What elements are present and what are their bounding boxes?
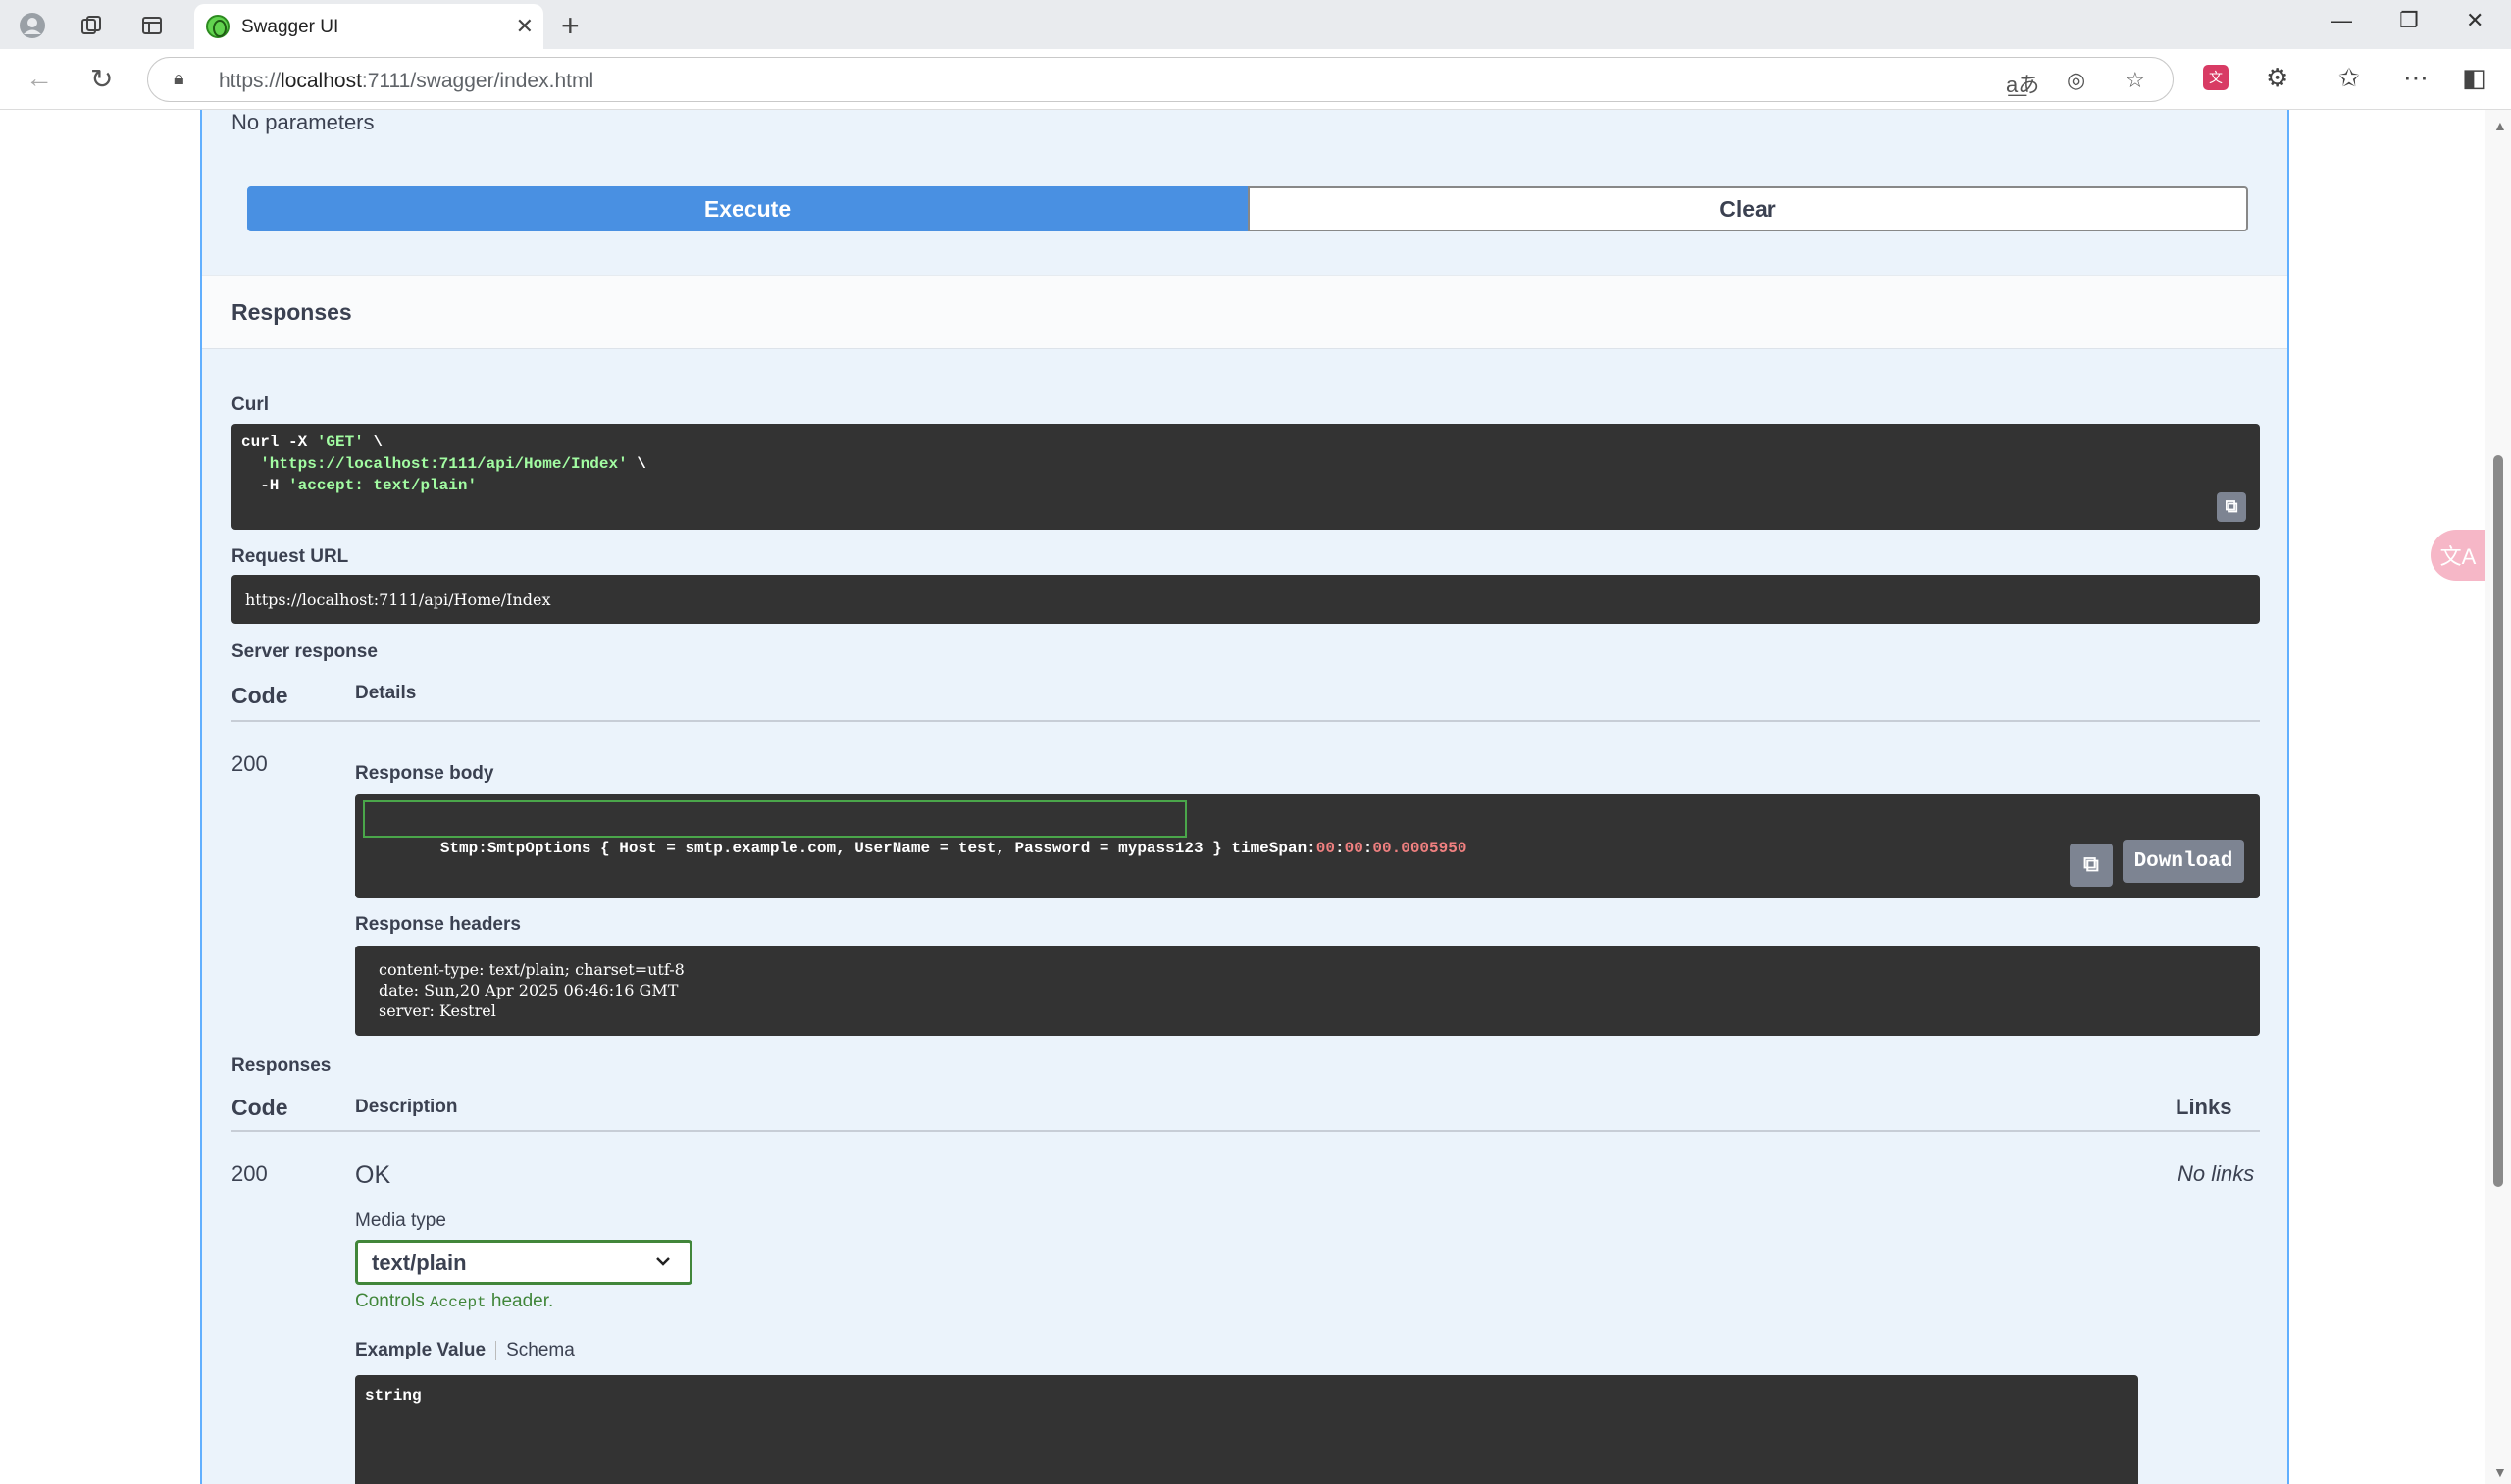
example-value-text: string <box>365 1387 422 1405</box>
lock-icon[interactable]: 🔒︎ <box>174 68 184 90</box>
operation-block: No parameters Execute Clear Responses Cu… <box>200 110 2289 1484</box>
response-body-block[interactable]: Stmp:SmtpOptions { Host = smtp.example.c… <box>355 794 2260 898</box>
response-links: No links <box>2178 1161 2255 1186</box>
example-value-block[interactable]: string <box>355 1375 2138 1484</box>
tab-title: Swagger UI <box>241 17 339 37</box>
code-header: Code <box>231 683 288 708</box>
description-header: Description <box>355 1097 458 1117</box>
media-type-select[interactable]: text/plain <box>355 1240 692 1285</box>
links-header: Links <box>2176 1095 2232 1119</box>
controls-accept-note: Controls Accept header. <box>355 1291 554 1311</box>
responses-heading: Responses <box>231 299 352 325</box>
new-tab-icon[interactable]: + <box>561 8 580 44</box>
request-url-label: Request URL <box>231 546 349 567</box>
minimize-icon[interactable]: — <box>2331 8 2352 33</box>
swagger-page: No parameters Execute Clear Responses Cu… <box>0 110 2511 1484</box>
media-type-value: text/plain <box>372 1251 467 1275</box>
page-scrollbar[interactable]: ▲ ▼ <box>2485 110 2511 1484</box>
scroll-down-icon[interactable]: ▼ <box>2493 1464 2507 1480</box>
scroll-up-icon[interactable]: ▲ <box>2493 118 2507 133</box>
response-body-label: Response body <box>355 763 494 784</box>
request-url-text: https://localhost:7111/api/Home/Index <box>245 590 551 609</box>
divider <box>231 720 2260 722</box>
restore-icon[interactable]: ❐ <box>2399 8 2419 33</box>
profile-icon[interactable] <box>16 9 49 42</box>
selection-highlight <box>363 800 1187 838</box>
tab-example-value[interactable]: Example Value <box>355 1340 486 1360</box>
response-code: 200 <box>231 1161 268 1186</box>
request-url-block[interactable]: https://localhost:7111/api/Home/Index <box>231 575 2260 624</box>
curl-line: 'https://localhost:7111/api/Home/Index' … <box>260 455 646 473</box>
copy-icon[interactable]: ⧉ <box>2070 844 2113 887</box>
clear-button[interactable]: Clear <box>1248 186 2248 231</box>
execute-button[interactable]: Execute <box>247 186 1248 231</box>
details-header: Details <box>355 683 417 703</box>
refresh-icon[interactable]: ↻ <box>90 63 113 95</box>
close-icon[interactable]: ✕ <box>516 14 534 39</box>
collections-icon[interactable] <box>75 9 108 42</box>
sidebar-icon[interactable]: ◧ <box>2462 63 2486 93</box>
curl-label: Curl <box>231 394 269 415</box>
tab-actions-icon[interactable] <box>135 9 169 42</box>
server-response-code: 200 <box>231 751 268 776</box>
copy-icon[interactable]: ⧉ <box>2217 492 2246 522</box>
download-button[interactable]: Download <box>2123 840 2244 883</box>
response-description: OK <box>355 1161 391 1189</box>
browser-toolbar: ← ↻ 🔒︎ https://localhost:7111/swagger/in… <box>0 49 2511 110</box>
favorites-icon[interactable]: ✩ <box>2338 63 2360 93</box>
execute-wrapper: Execute Clear <box>247 186 2248 231</box>
no-parameters-text: No parameters <box>231 110 375 134</box>
curl-line: curl -X 'GET' \ <box>241 434 384 451</box>
scroll-thumb[interactable] <box>2493 455 2503 1187</box>
back-icon[interactable]: ← <box>26 63 53 94</box>
code-header: Code <box>231 1095 288 1120</box>
media-type-label: Media type <box>355 1210 446 1231</box>
tab-swagger-ui[interactable]: Swagger UI ✕ <box>194 4 543 49</box>
divider <box>231 1130 2260 1132</box>
server-response-label: Server response <box>231 641 378 662</box>
floating-translate-icon[interactable]: 文A <box>2431 530 2485 581</box>
extensions-icon[interactable]: ⚙ <box>2266 63 2288 93</box>
edge-icon[interactable]: ◎ <box>2067 68 2085 93</box>
example-tabs: Example Value Schema <box>355 1340 575 1361</box>
response-headers-text: content-type: text/plain; charset=utf-8 … <box>379 960 685 1020</box>
window-close-icon[interactable]: ✕ <box>2466 8 2484 33</box>
responses-header: Responses <box>202 275 2287 349</box>
address-bar[interactable]: 🔒︎ https://localhost:7111/swagger/index.… <box>147 57 2174 102</box>
translate-ext-icon[interactable]: 文 <box>2203 65 2229 90</box>
response-headers-label: Response headers <box>355 914 521 935</box>
curl-block[interactable]: curl -X 'GET' \ 'https://localhost:7111/… <box>231 424 2260 530</box>
read-aloud-icon[interactable]: a͟あ <box>2006 68 2039 99</box>
favorite-icon[interactable]: ☆ <box>2126 68 2145 93</box>
curl-line: -H 'accept: text/plain' <box>241 477 478 494</box>
swagger-favicon-icon <box>206 15 230 38</box>
url-text[interactable]: https://localhost:7111/swagger/index.htm… <box>219 70 593 93</box>
response-headers-block[interactable]: content-type: text/plain; charset=utf-8 … <box>355 946 2260 1036</box>
chevron-down-icon <box>654 1253 672 1275</box>
more-icon[interactable]: ⋯ <box>2403 63 2429 93</box>
browser-titlebar: Swagger UI ✕ + — ❐ ✕ <box>0 0 2511 49</box>
tab-schema[interactable]: Schema <box>506 1340 575 1360</box>
response-body-text[interactable]: Stmp:SmtpOptions { Host = smtp.example.c… <box>363 800 1466 875</box>
responses-label: Responses <box>231 1055 332 1076</box>
